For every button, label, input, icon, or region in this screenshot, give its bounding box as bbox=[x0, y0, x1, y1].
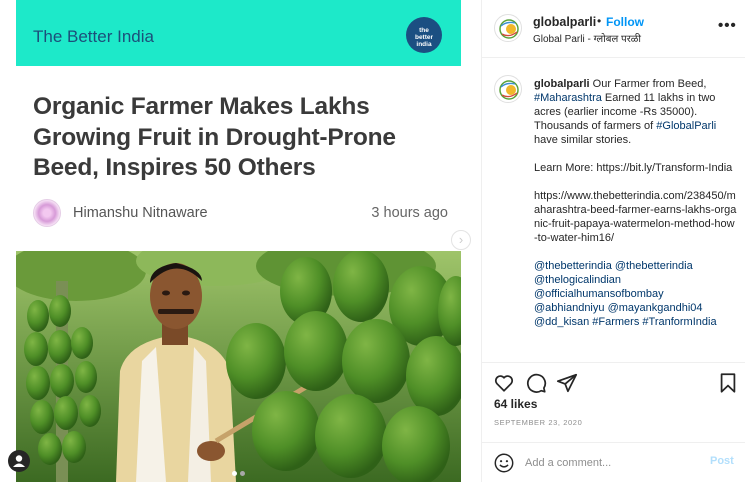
paper-plane-icon bbox=[556, 373, 578, 393]
caption-text: have similar stories. bbox=[534, 134, 632, 146]
caption-text: Our Farmer from Beed, bbox=[589, 78, 707, 90]
hashtag-link[interactable]: #Farmers bbox=[592, 316, 639, 328]
emoji-button[interactable] bbox=[493, 452, 515, 474]
article-byline: Himanshu Nitnaware 3 hours ago bbox=[33, 197, 448, 229]
tagged-users-button[interactable] bbox=[8, 450, 30, 472]
comment-icon bbox=[526, 373, 547, 393]
author-avatar bbox=[33, 199, 61, 227]
post-date[interactable]: SEPTEMBER 23, 2020 bbox=[494, 418, 582, 427]
emoji-icon bbox=[494, 453, 514, 473]
share-button[interactable] bbox=[556, 372, 578, 394]
hashtag-link[interactable]: #GlobalParli bbox=[656, 120, 716, 132]
heart-icon bbox=[494, 375, 514, 392]
post-caption: globalparli Our Farmer from Beed, #Mahar… bbox=[534, 77, 738, 329]
carousel-dot-active bbox=[232, 471, 237, 476]
mention-link[interactable]: @abhiandniyu bbox=[534, 302, 605, 314]
post-username[interactable]: globalparli bbox=[533, 15, 596, 29]
carousel-next-button[interactable]: › bbox=[451, 230, 471, 250]
article-url-text: https://www.thebetterindia.com/238450/ma… bbox=[534, 190, 737, 244]
globe-logo-icon bbox=[499, 19, 519, 39]
article-time: 3 hours ago bbox=[371, 205, 448, 221]
post-comment-button[interactable]: Post bbox=[710, 455, 734, 467]
separator-dot: • bbox=[597, 14, 602, 28]
post-media[interactable]: The Better India the better india Organic … bbox=[0, 0, 481, 482]
learn-more-text: Learn More: https://bit.ly/Transform-Ind… bbox=[534, 162, 733, 174]
publisher-banner: The Better India the better india bbox=[16, 0, 461, 66]
mention-link[interactable]: @dd_kisan bbox=[534, 316, 589, 328]
farmer-papaya-photo bbox=[16, 251, 461, 482]
comment-input[interactable] bbox=[525, 454, 685, 472]
article-title: Organic Farmer Makes Lakhs Growing Fruit… bbox=[33, 93, 396, 181]
globe-logo-icon bbox=[499, 80, 519, 100]
article-photo bbox=[16, 251, 461, 482]
mention-link[interactable]: @officialhumansofbombay bbox=[534, 288, 664, 300]
post-header: globalparli • Follow Global Parli - ग्लो… bbox=[482, 0, 745, 58]
comment-form: Post bbox=[482, 442, 745, 482]
mentions-block: @thebetterindia @thebetterindia @thelogi… bbox=[534, 259, 738, 329]
mention-link[interactable]: @thelogicalindian bbox=[534, 274, 621, 286]
follow-button[interactable]: Follow bbox=[606, 15, 644, 29]
post-sidebar: globalparli • Follow Global Parli - ग्लो… bbox=[481, 0, 745, 482]
mention-link[interactable]: @thebetterindia bbox=[534, 260, 612, 272]
author-name: Himanshu Nitnaware bbox=[73, 205, 208, 221]
post-actions: 64 likes SEPTEMBER 23, 2020 Post bbox=[482, 362, 745, 482]
more-options-icon[interactable]: ••• bbox=[718, 18, 737, 33]
hashtag-link[interactable]: #TranformIndia bbox=[642, 316, 716, 328]
chevron-right-icon: › bbox=[458, 232, 464, 247]
save-button[interactable] bbox=[717, 372, 739, 394]
caption-username[interactable]: globalparli bbox=[534, 78, 590, 90]
caption-avatar[interactable] bbox=[494, 75, 522, 103]
bookmark-icon bbox=[720, 373, 736, 393]
publisher-name: The Better India bbox=[33, 27, 154, 46]
publisher-logo: the better india bbox=[406, 17, 442, 53]
profile-avatar[interactable] bbox=[494, 14, 522, 42]
mention-link[interactable]: @mayankgandhi04 bbox=[608, 302, 703, 314]
carousel-dot bbox=[240, 471, 245, 476]
carousel-indicator bbox=[232, 463, 248, 476]
like-button[interactable] bbox=[493, 372, 515, 394]
mention-link[interactable]: @thebetterindia bbox=[615, 260, 693, 272]
user-icon bbox=[13, 455, 25, 467]
comment-button[interactable] bbox=[525, 372, 547, 394]
post-location[interactable]: Global Parli - ग्लोबल परळी bbox=[533, 31, 641, 45]
likes-count[interactable]: 64 likes bbox=[494, 397, 537, 411]
hashtag-link[interactable]: #Maharashtra bbox=[534, 92, 602, 104]
